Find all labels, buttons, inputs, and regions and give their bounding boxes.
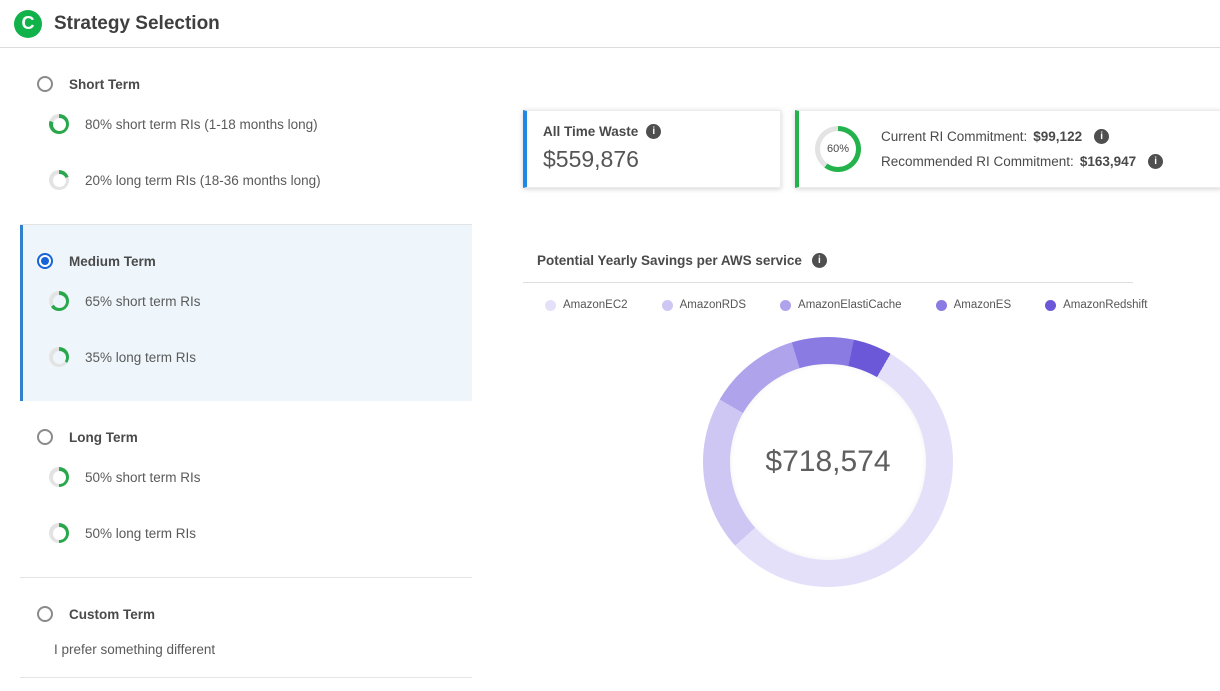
ri-split-ring-icon — [49, 170, 69, 190]
ri-split-label: 65% short term RIs — [85, 294, 201, 309]
strategy-option-medium-term[interactable]: Medium Term — [23, 249, 472, 273]
ri-split-row: 65% short term RIs — [23, 273, 472, 329]
ri-split-label: 50% short term RIs — [85, 470, 201, 485]
page-title: Strategy Selection — [54, 13, 220, 35]
info-icon[interactable] — [812, 253, 827, 268]
ri-split-label: 35% long term RIs — [85, 350, 196, 365]
recommended-ri-commitment-row: Recommended RI Commitment: $163,947 — [881, 154, 1163, 169]
ri-split-row: 50% long term RIs — [23, 505, 472, 561]
all-time-waste-value: $559,876 — [543, 146, 764, 173]
commitment-gauge-label: 60% — [827, 143, 849, 155]
ri-split-row: 50% short term RIs — [23, 449, 472, 505]
ri-commitment-card: 60% Current RI Commitment: $99,122 Recom… — [795, 110, 1220, 188]
ri-split-ring-icon — [49, 523, 69, 543]
strategy-label: Long Term — [69, 430, 138, 445]
strategy-label: Custom Term — [69, 607, 155, 622]
radio-checked-icon[interactable] — [37, 253, 53, 269]
strategy-option-short-term[interactable]: Short Term — [23, 72, 472, 96]
ri-split-label: 80% short term RIs (1-18 months long) — [85, 117, 318, 132]
legend-label: AmazonRedshift — [1063, 299, 1147, 311]
legend-label: AmazonEC2 — [563, 299, 628, 311]
legend-dot — [1045, 300, 1056, 311]
recommended-ri-commitment-label: Recommended RI Commitment: — [881, 154, 1074, 169]
legend-dot — [780, 300, 791, 311]
legend-label: AmazonES — [954, 299, 1012, 311]
ri-split-label: 20% long term RIs (18-36 months long) — [85, 173, 321, 188]
strategy-option-custom-term[interactable]: Custom Term — [23, 602, 472, 626]
legend-item[interactable]: AmazonRDS — [662, 299, 746, 311]
radio-unchecked-icon[interactable] — [37, 606, 53, 622]
strategy-selection-list: Short Term 80% short term RIs (1-18 mont… — [0, 48, 472, 678]
custom-term-description: I prefer something different — [54, 642, 472, 657]
info-icon[interactable] — [646, 124, 661, 139]
strategy-section-custom-term: Custom Term I prefer something different — [20, 578, 472, 678]
savings-chart-title: Potential Yearly Savings per AWS service — [537, 253, 802, 268]
savings-total-value: $718,574 — [765, 445, 890, 479]
current-ri-commitment-value: $99,122 — [1033, 129, 1082, 144]
legend-item[interactable]: AmazonRedshift — [1045, 299, 1147, 311]
current-ri-commitment-label: Current RI Commitment: — [881, 129, 1027, 144]
strategy-section-short-term: Short Term 80% short term RIs (1-18 mont… — [20, 48, 472, 225]
ri-split-ring-icon — [49, 347, 69, 367]
all-time-waste-card: All Time Waste $559,876 — [523, 110, 781, 188]
strategy-section-long-term: Long Term 50% short term RIs 50% long te… — [20, 401, 472, 578]
app-header: C Strategy Selection — [0, 0, 1220, 48]
info-icon[interactable] — [1094, 129, 1109, 144]
ri-split-ring-icon — [49, 291, 69, 311]
info-icon[interactable] — [1148, 154, 1163, 169]
radio-unchecked-icon[interactable] — [37, 429, 53, 445]
current-ri-commitment-row: Current RI Commitment: $99,122 — [881, 129, 1163, 144]
ri-split-label: 50% long term RIs — [85, 526, 196, 541]
ri-split-row: 80% short term RIs (1-18 months long) — [23, 96, 472, 152]
ri-split-row: 20% long term RIs (18-36 months long) — [23, 152, 472, 208]
all-time-waste-title: All Time Waste — [543, 124, 638, 139]
commitment-gauge: 60% — [815, 126, 861, 172]
legend-dot — [545, 300, 556, 311]
ri-split-ring-icon — [49, 114, 69, 134]
radio-unchecked-icon[interactable] — [37, 76, 53, 92]
savings-chart-panel: Potential Yearly Savings per AWS service… — [523, 245, 1133, 587]
legend-item[interactable]: AmazonElastiCache — [780, 299, 902, 311]
ri-split-row: 35% long term RIs — [23, 329, 472, 385]
chart-legend: AmazonEC2 AmazonRDS AmazonElastiCache Am… — [545, 299, 1133, 311]
legend-item[interactable]: AmazonES — [936, 299, 1012, 311]
ri-split-ring-icon — [49, 467, 69, 487]
strategy-option-long-term[interactable]: Long Term — [23, 425, 472, 449]
savings-donut-chart[interactable]: $718,574 — [703, 337, 953, 587]
app-logo-icon: C — [14, 10, 42, 38]
strategy-section-medium-term: Medium Term 65% short term RIs 35% long … — [20, 225, 472, 401]
legend-label: AmazonElastiCache — [798, 299, 902, 311]
legend-label: AmazonRDS — [680, 299, 746, 311]
legend-dot — [662, 300, 673, 311]
strategy-label: Medium Term — [69, 254, 156, 269]
recommended-ri-commitment-value: $163,947 — [1080, 154, 1136, 169]
legend-item[interactable]: AmazonEC2 — [545, 299, 628, 311]
legend-dot — [936, 300, 947, 311]
strategy-label: Short Term — [69, 77, 140, 92]
